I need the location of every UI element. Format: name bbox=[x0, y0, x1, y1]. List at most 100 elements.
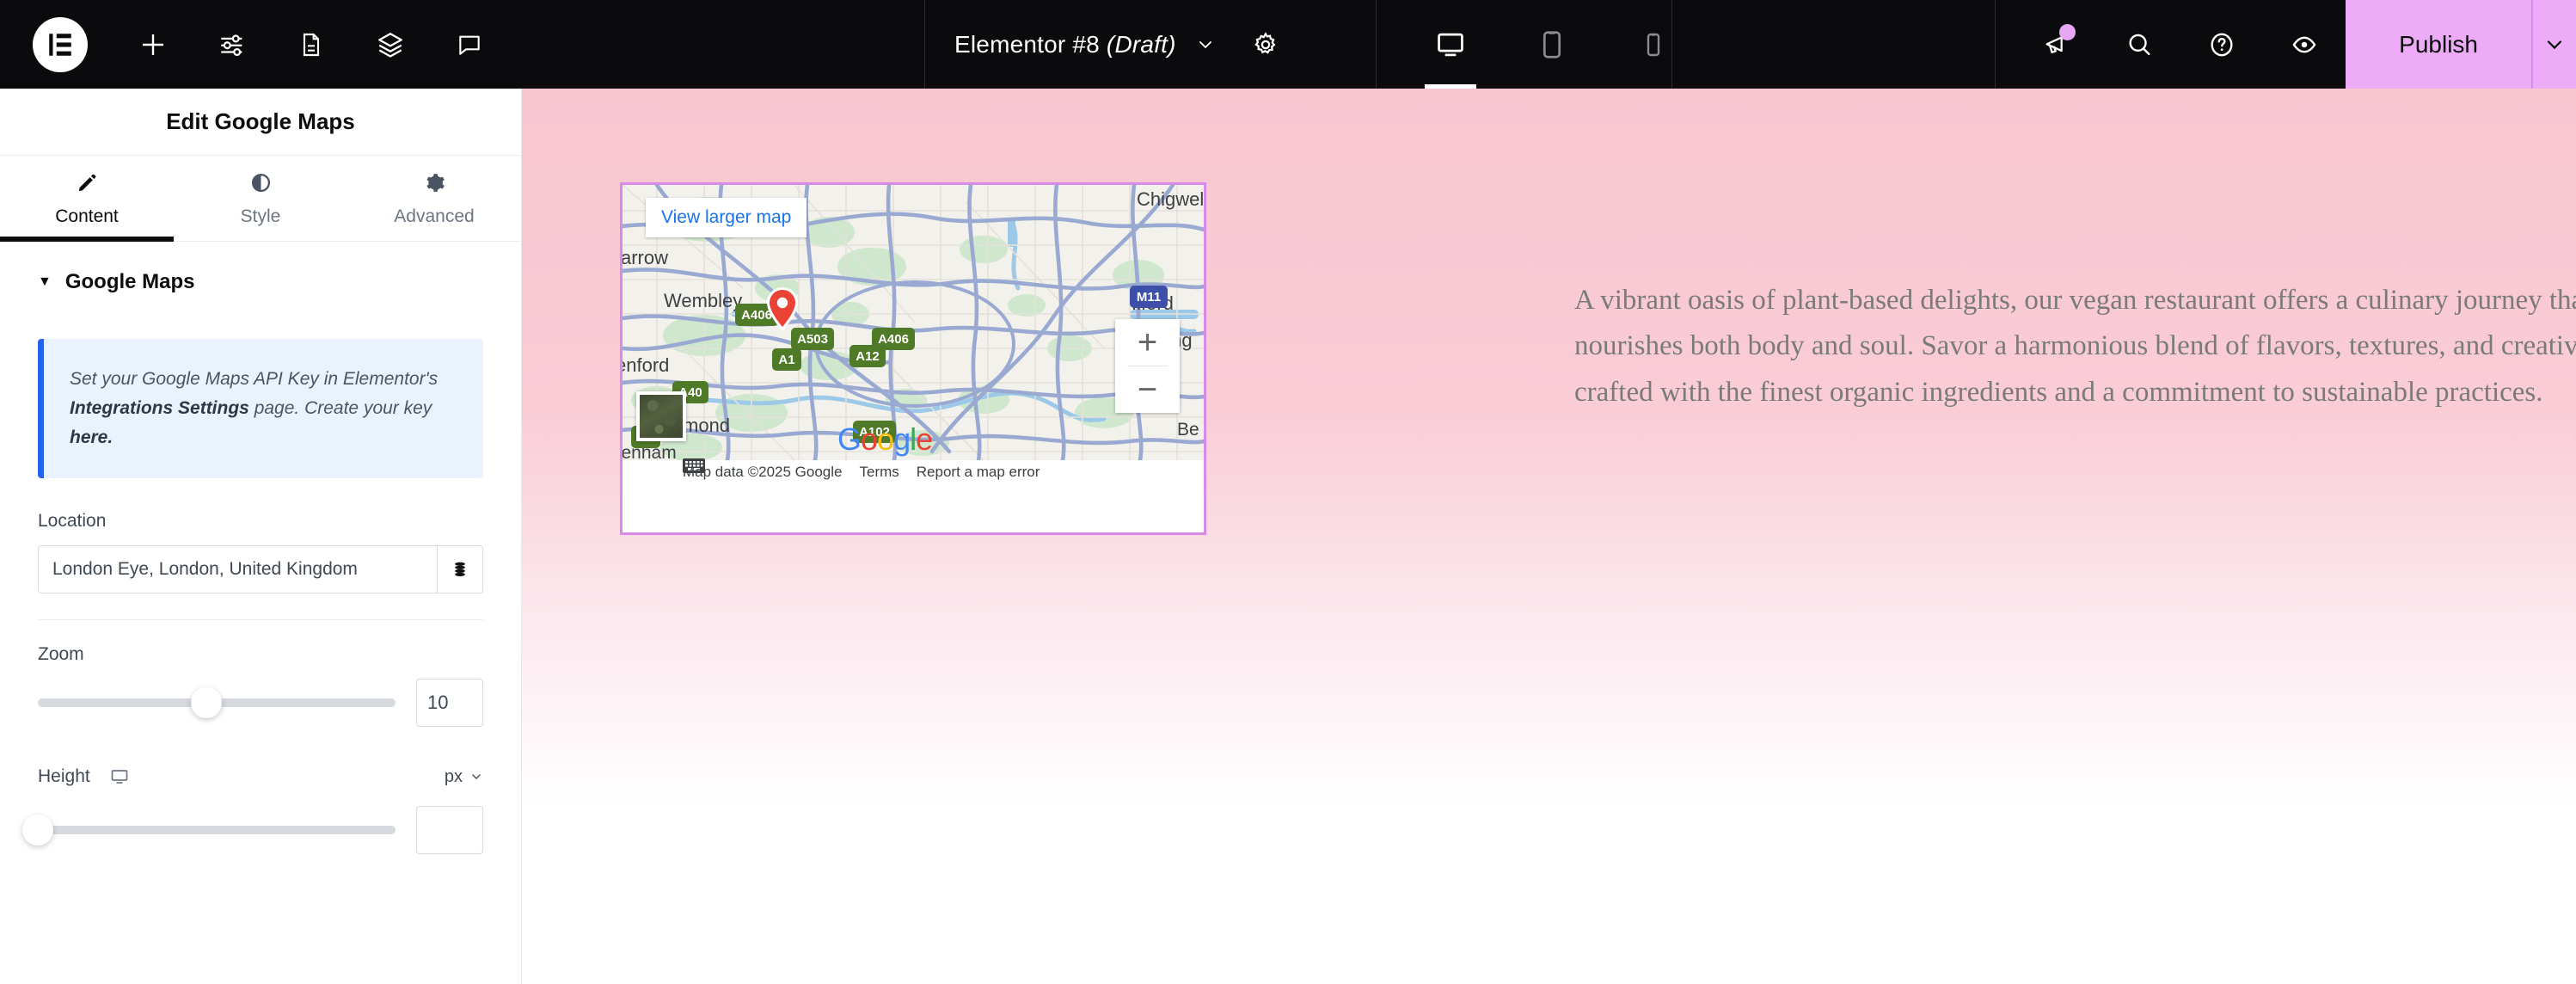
height-field bbox=[0, 806, 521, 855]
toolbar-divider bbox=[1995, 0, 1996, 89]
height-field-header: Height px bbox=[0, 766, 521, 787]
section-title: Google Maps bbox=[64, 270, 195, 293]
settings-sliders-icon[interactable] bbox=[193, 0, 272, 89]
publish-button[interactable]: Publish bbox=[2346, 0, 2531, 89]
page-document-icon[interactable] bbox=[272, 0, 351, 89]
height-label: Height bbox=[38, 766, 90, 787]
elementor-logo-icon[interactable] bbox=[33, 16, 88, 72]
location-input[interactable] bbox=[38, 545, 437, 594]
height-unit-label: px bbox=[444, 766, 463, 786]
dynamic-tags-database-icon[interactable] bbox=[437, 545, 483, 594]
add-element-icon[interactable] bbox=[113, 0, 193, 89]
gear-icon[interactable] bbox=[1252, 31, 1279, 58]
map-terms-link[interactable]: Terms bbox=[860, 464, 899, 481]
zoom-slider-row bbox=[38, 679, 483, 728]
satellite-view-thumbnail[interactable] bbox=[636, 391, 686, 441]
device-tablet-button[interactable] bbox=[1501, 0, 1603, 89]
pencil-icon bbox=[77, 169, 98, 195]
editor-canvas: Chigwell arrow Wembley Ilford Barking en… bbox=[522, 89, 2576, 984]
preview-eye-icon[interactable] bbox=[2263, 0, 2346, 89]
tab-content-label: Content bbox=[55, 206, 119, 226]
notice-link-integrations[interactable]: Integrations Settings bbox=[70, 398, 249, 418]
satellite-thumbnail-image bbox=[640, 395, 683, 438]
desktop-monitor-icon[interactable] bbox=[109, 766, 130, 787]
tab-style[interactable]: Style bbox=[174, 156, 347, 241]
svg-text:enford: enford bbox=[623, 354, 669, 376]
tab-content[interactable]: Content bbox=[0, 156, 174, 242]
svg-text:Wembley: Wembley bbox=[664, 290, 742, 311]
search-icon[interactable] bbox=[2098, 0, 2180, 89]
height-unit-selector[interactable]: px bbox=[445, 767, 483, 787]
text-editor-paragraph[interactable]: A vibrant oasis of plant-based delights,… bbox=[1574, 278, 2576, 415]
svg-text:arrow: arrow bbox=[623, 247, 668, 268]
panel-tabs: Content Style Advanced bbox=[0, 156, 521, 242]
document-status: (Draft) bbox=[1106, 30, 1176, 58]
zoom-value-input[interactable] bbox=[416, 679, 483, 728]
google-watermark: Google bbox=[837, 421, 933, 458]
location-input-row bbox=[38, 545, 483, 594]
top-toolbar: Elementor #8 (Draft) Publish bbox=[0, 0, 2576, 89]
field-divider bbox=[38, 619, 483, 621]
map-attribution-bar: Map data ©2025 Google Terms Report a map… bbox=[623, 460, 1204, 484]
height-slider-track[interactable] bbox=[22, 815, 396, 846]
map-zoom-controls: + − bbox=[1115, 319, 1180, 413]
map-zoom-in-button[interactable]: + bbox=[1115, 319, 1180, 366]
svg-text:M11: M11 bbox=[1137, 290, 1161, 304]
device-desktop-button[interactable] bbox=[1400, 0, 1501, 89]
notice-text-2: page. Create your key bbox=[248, 398, 432, 419]
google-letter-o1: o bbox=[861, 421, 878, 457]
device-mode-switcher bbox=[1400, 0, 1704, 89]
location-label: Location bbox=[38, 511, 107, 532]
half-circle-contrast-icon bbox=[250, 169, 272, 195]
height-slider-row bbox=[22, 806, 483, 855]
publish-options-chevron-down-icon[interactable] bbox=[2531, 0, 2576, 89]
zoom-slider-handle[interactable] bbox=[190, 687, 222, 719]
device-mobile-button[interactable] bbox=[1603, 0, 1704, 89]
zoom-slider-track[interactable] bbox=[38, 687, 396, 719]
panel-title: Edit Google Maps bbox=[166, 108, 355, 134]
caret-down-icon: ▼ bbox=[38, 274, 52, 289]
notification-badge bbox=[2059, 24, 2076, 40]
widget-settings-panel: Edit Google Maps Content Style Advanced … bbox=[0, 89, 522, 984]
toolbar-divider bbox=[924, 0, 925, 89]
toolbar-divider bbox=[1671, 0, 1672, 89]
tab-advanced[interactable]: Advanced bbox=[347, 156, 521, 241]
zoom-label: Zoom bbox=[38, 644, 84, 665]
svg-text:Chigwell: Chigwell bbox=[1137, 188, 1204, 210]
page-title[interactable]: Elementor #8 (Draft) bbox=[954, 31, 1176, 58]
google-letter-e: e bbox=[916, 421, 933, 457]
svg-text:A1: A1 bbox=[778, 353, 794, 367]
section-google-maps-header[interactable]: ▼ Google Maps bbox=[0, 242, 521, 294]
google-letter-g2: g bbox=[893, 421, 911, 457]
svg-text:Be: Be bbox=[1177, 420, 1199, 440]
map-zoom-out-button[interactable]: − bbox=[1115, 366, 1180, 413]
google-maps-widget[interactable]: Chigwell arrow Wembley Ilford Barking en… bbox=[620, 182, 1206, 535]
chevron-down-icon bbox=[472, 774, 481, 779]
layers-structure-icon[interactable] bbox=[351, 0, 430, 89]
view-larger-map-link[interactable]: View larger map bbox=[646, 198, 807, 237]
svg-text:A503: A503 bbox=[797, 332, 828, 347]
toolbar-right-group: Publish bbox=[2015, 0, 2576, 89]
api-key-notice: Set your Google Maps API Key in Elemento… bbox=[38, 339, 483, 479]
gear-icon bbox=[424, 169, 445, 195]
tab-style-label: Style bbox=[240, 206, 281, 226]
map-viewport[interactable]: Chigwell arrow Wembley Ilford Barking en… bbox=[623, 185, 1204, 460]
google-letter-g: G bbox=[837, 421, 862, 457]
chevron-down-icon[interactable] bbox=[1195, 34, 1216, 55]
panel-header: Edit Google Maps bbox=[0, 89, 521, 156]
map-report-error-link[interactable]: Report a map error bbox=[917, 464, 1040, 481]
location-field: Location bbox=[0, 511, 521, 594]
document-title-group: Elementor #8 (Draft) bbox=[954, 0, 1279, 89]
notes-comment-icon[interactable] bbox=[430, 0, 509, 89]
height-value-input[interactable] bbox=[416, 806, 483, 855]
svg-text:A12: A12 bbox=[856, 349, 880, 364]
notice-link-here[interactable]: here. bbox=[70, 427, 113, 447]
toolbar-left-group bbox=[0, 0, 509, 89]
google-letter-o2: o bbox=[877, 421, 894, 457]
help-icon[interactable] bbox=[2180, 0, 2263, 89]
notice-text-1: Set your Google Maps API Key in Elemento… bbox=[70, 369, 439, 389]
document-name: Elementor #8 bbox=[954, 30, 1100, 58]
map-marker-pin-icon[interactable] bbox=[764, 286, 800, 333]
height-slider-handle[interactable] bbox=[22, 815, 53, 846]
whats-new-megaphone-icon[interactable] bbox=[2015, 0, 2098, 89]
